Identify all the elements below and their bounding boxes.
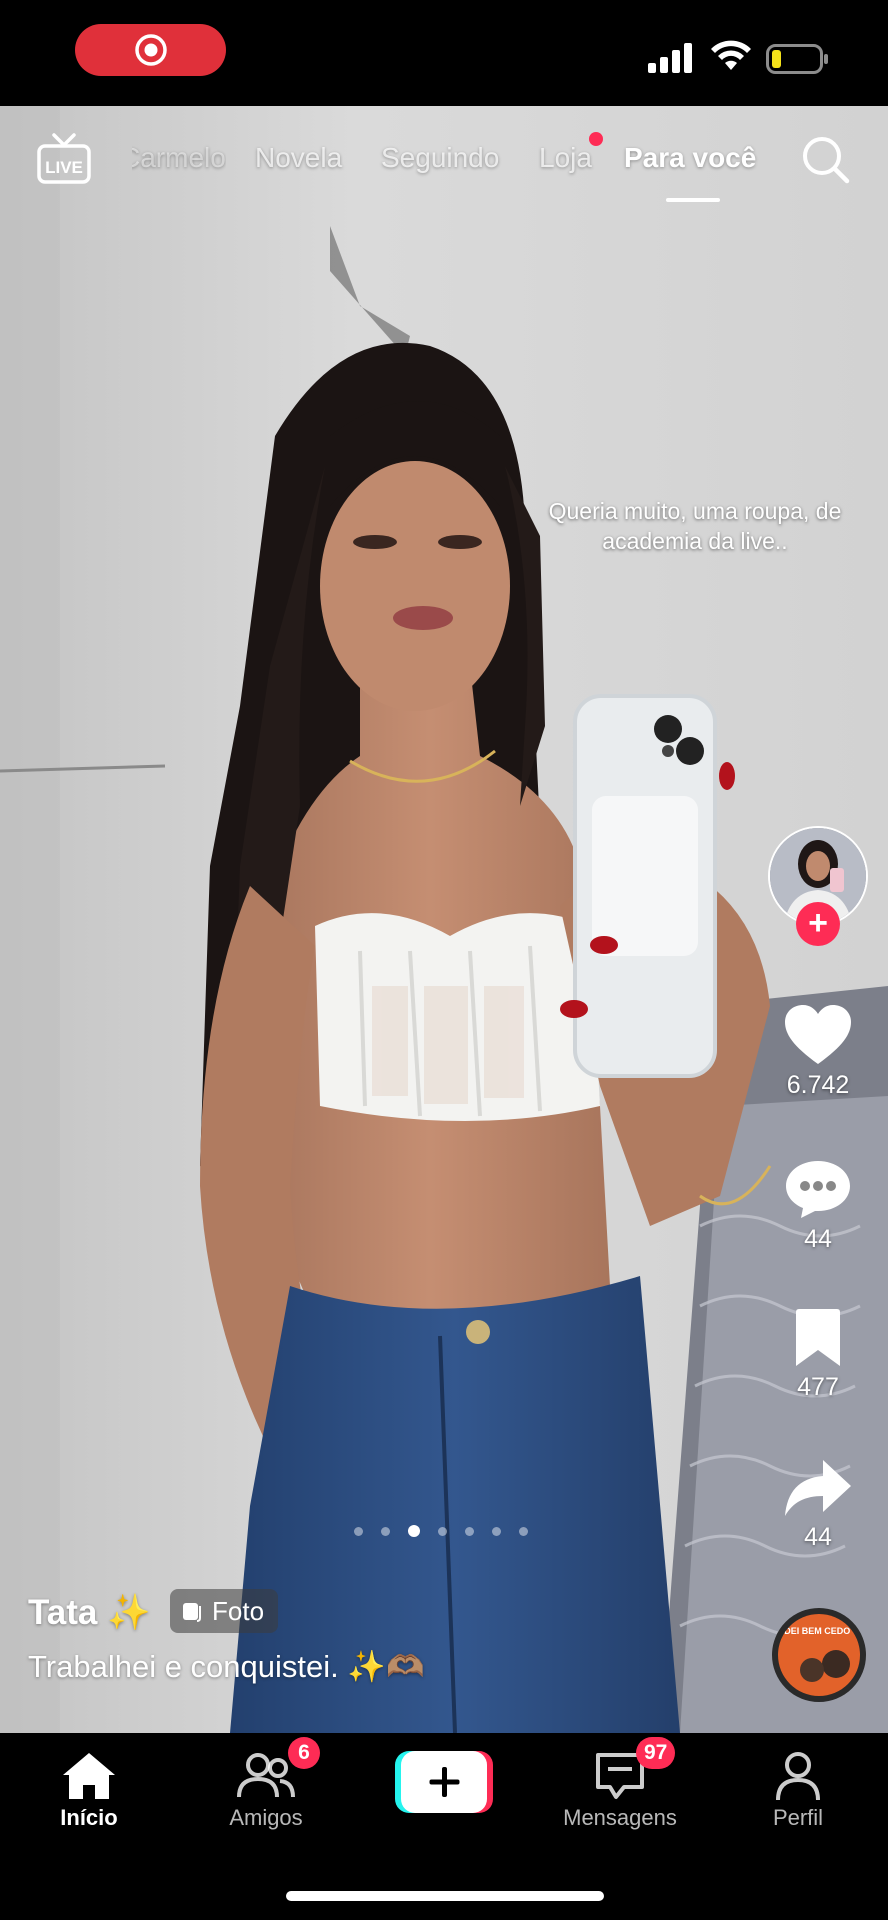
comment-count: 44	[804, 1225, 832, 1253]
creator-avatar[interactable]: +	[768, 826, 868, 946]
search-icon[interactable]	[800, 134, 852, 186]
slide-dot[interactable]	[354, 1526, 363, 1536]
tab-para-voce[interactable]: Para você	[624, 142, 756, 174]
photo-stack-icon	[183, 1603, 201, 1622]
slide-dot[interactable]	[381, 1526, 390, 1536]
comment-button[interactable]: 44	[768, 1158, 868, 1254]
slide-indicator	[354, 1525, 528, 1537]
bookmark-icon	[796, 1309, 840, 1366]
share-button[interactable]: 44	[768, 1458, 868, 1552]
create-plus-icon	[395, 1751, 493, 1813]
nav-messages-label: Mensagens	[563, 1805, 677, 1830]
tab-loja[interactable]: Loja	[539, 142, 592, 174]
nav-home[interactable]: Início	[29, 1747, 149, 1831]
status-bar	[0, 0, 888, 106]
post-photo[interactable]	[0, 106, 888, 1733]
post-caption[interactable]: Trabalhei e conquistei. ✨🫶🏽	[28, 1648, 425, 1685]
top-navigation: LIVE Carmelo Novela Seguindo Loja Para v…	[0, 106, 888, 216]
wifi-icon	[711, 40, 751, 70]
home-icon	[63, 1753, 115, 1799]
live-button[interactable]: LIVE	[36, 132, 92, 191]
active-tab-indicator	[666, 198, 720, 202]
slide-dot[interactable]	[492, 1526, 501, 1536]
create-post-button[interactable]	[395, 1751, 493, 1813]
slide-dot[interactable]	[465, 1526, 474, 1536]
photo-type-badge[interactable]: Foto	[170, 1589, 279, 1633]
live-tv-icon: LIVE	[37, 133, 91, 184]
nav-home-label: Início	[60, 1805, 118, 1830]
messages-badge: 97	[636, 1737, 676, 1769]
creator-username[interactable]: Tata ✨	[28, 1592, 151, 1633]
photo-overlay-text: Queria muito, uma roupa, de academia da …	[548, 498, 842, 554]
friends-badge: 6	[288, 1737, 320, 1769]
profile-icon	[776, 1752, 820, 1801]
live-label: LIVE	[45, 158, 83, 177]
shop-notification-dot	[589, 132, 603, 146]
screen-recording-indicator[interactable]	[75, 24, 226, 76]
tab-carmelo[interactable]: Carmelo	[132, 142, 226, 174]
home-indicator[interactable]	[286, 1891, 604, 1901]
share-count: 44	[804, 1523, 832, 1551]
battery-low-icon	[766, 44, 828, 74]
slide-dot[interactable]	[519, 1526, 528, 1536]
album-art-text: ACORDEI BEM CEDO	[778, 1626, 850, 1636]
music-disc[interactable]: ACORDEI BEM CEDO	[772, 1608, 866, 1702]
cellular-signal-icon	[648, 43, 692, 73]
slide-dot-active[interactable]	[408, 1525, 420, 1537]
nav-profile-label: Perfil	[772, 1805, 824, 1830]
photo-illustration	[0, 106, 888, 1733]
like-count: 6.742	[786, 1071, 850, 1099]
tab-seguindo[interactable]: Seguindo	[381, 142, 499, 174]
record-icon	[134, 34, 167, 66]
heart-icon	[785, 1005, 851, 1064]
tab-novela[interactable]: Novela	[255, 142, 342, 174]
tiktok-feed-screen: LIVE Carmelo Novela Seguindo Loja Para v…	[0, 0, 888, 1920]
nav-profile[interactable]: Perfil	[738, 1747, 858, 1831]
slide-dot[interactable]	[438, 1526, 447, 1536]
friends-icon	[237, 1753, 295, 1798]
nav-friends-label: Amigos	[229, 1805, 303, 1830]
save-button[interactable]: 477	[768, 1308, 868, 1402]
photo-type-label: Foto	[212, 1595, 265, 1626]
follow-button[interactable]: +	[796, 902, 840, 946]
album-art-image: ACORDEI BEM CEDO	[778, 1614, 860, 1696]
like-button[interactable]: 6.742	[768, 1004, 868, 1100]
save-count: 477	[797, 1373, 839, 1401]
comment-bubble-icon	[786, 1161, 850, 1218]
share-arrow-icon	[785, 1460, 851, 1516]
